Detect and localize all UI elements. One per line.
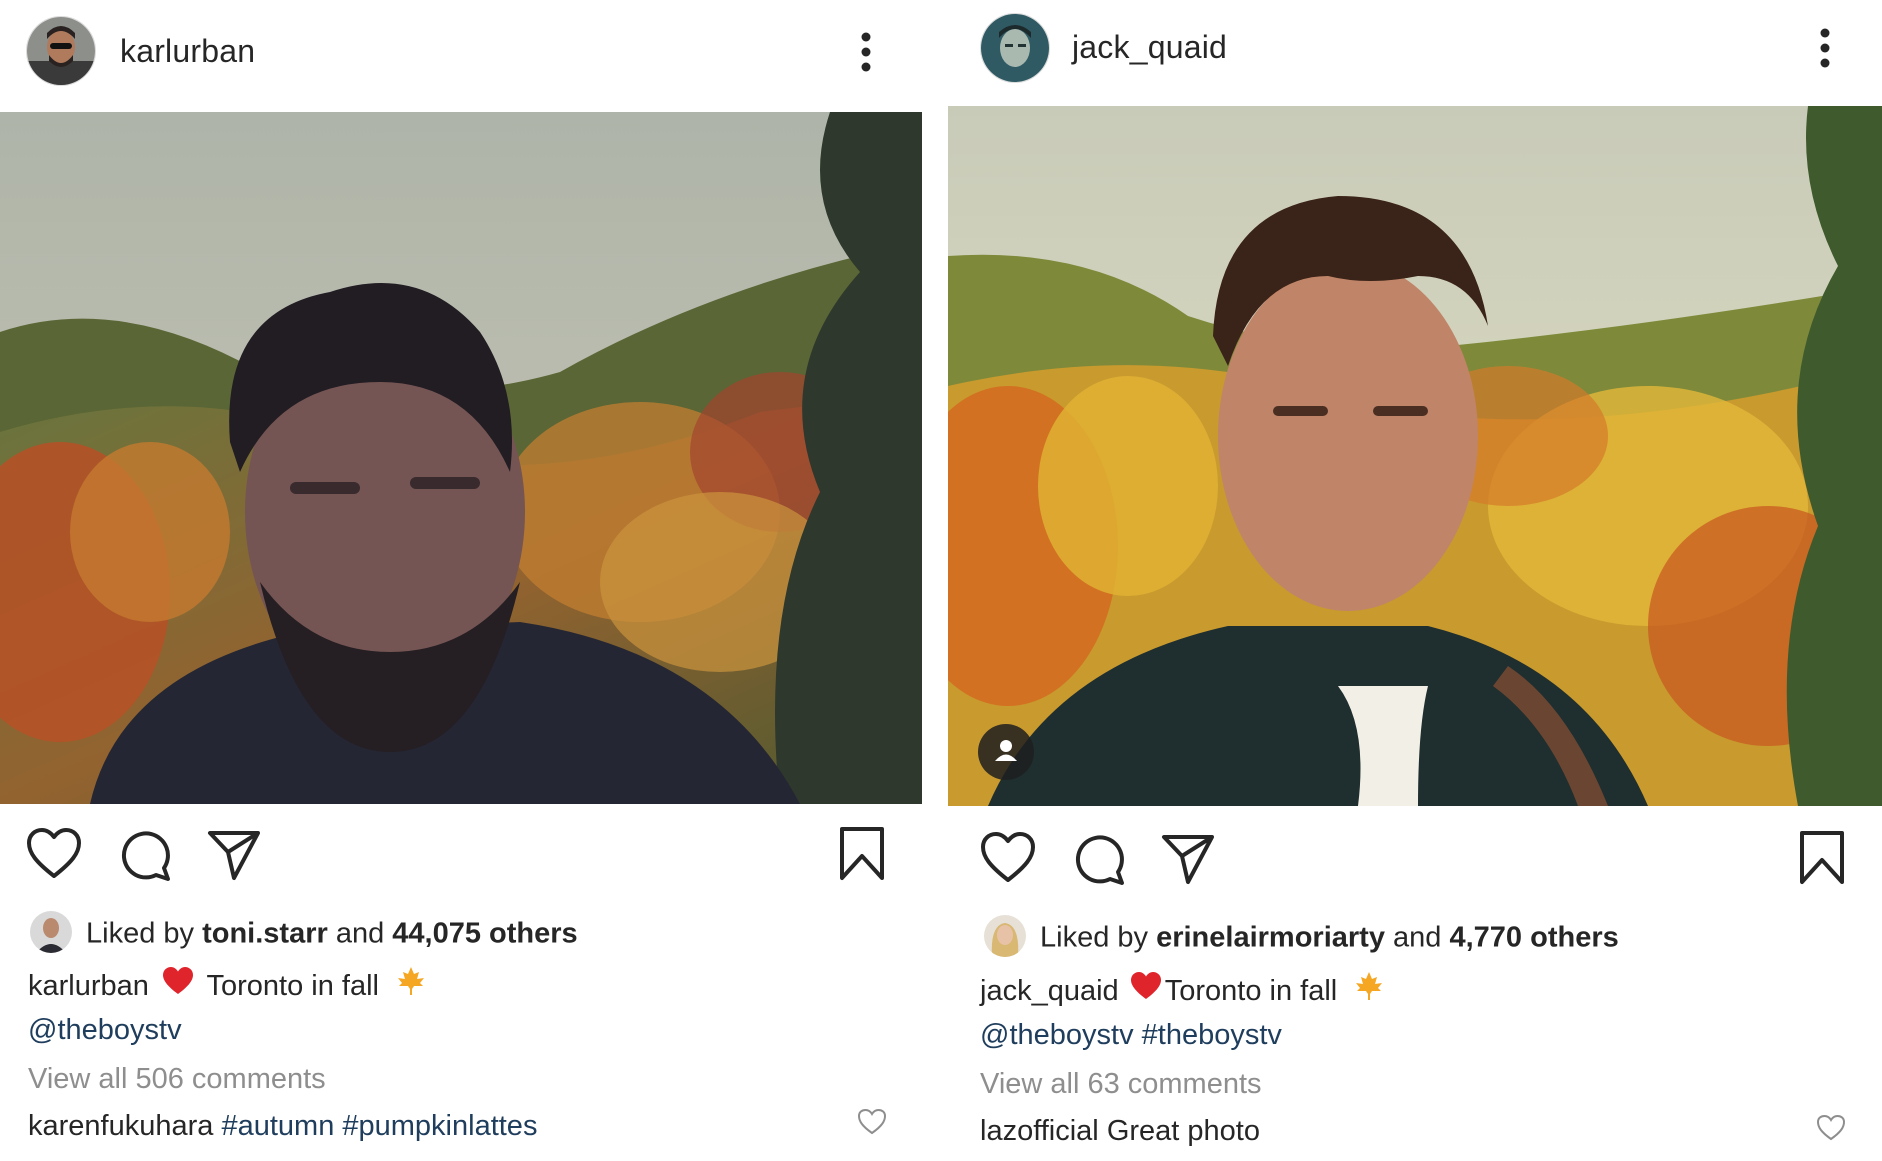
comment-like-icon[interactable] xyxy=(1816,1114,1846,1147)
send-icon[interactable] xyxy=(206,828,262,887)
heart-icon[interactable] xyxy=(26,828,82,885)
caption-text: Toronto in fall xyxy=(206,970,380,1002)
post-jack-quaid: jack_quaid Liked by erinelairmoriarty an… xyxy=(948,0,1882,1161)
view-all-comments[interactable]: View all 63 comments xyxy=(980,1068,1262,1101)
profile-avatar[interactable] xyxy=(26,16,96,86)
liked-by-user[interactable]: toni.starr xyxy=(202,918,328,950)
comment-like-icon[interactable] xyxy=(857,1108,887,1141)
maple-leaf-icon xyxy=(1353,970,1385,1014)
user-tag-icon[interactable] xyxy=(978,724,1034,780)
comment-text[interactable]: #autumn #pumpkinlattes xyxy=(221,1110,537,1142)
caption-username[interactable]: karlurban xyxy=(28,970,149,1002)
post-username[interactable]: jack_quaid xyxy=(1072,29,1227,66)
caption-tag[interactable]: @theboystv xyxy=(28,1014,182,1046)
bookmark-icon[interactable] xyxy=(838,826,886,887)
comment-username[interactable]: karenfukuhara xyxy=(28,1110,213,1142)
liked-and: and xyxy=(335,917,385,950)
liker-avatar[interactable] xyxy=(30,911,72,953)
post-header: jack_quaid xyxy=(948,0,1882,108)
heart-emoji-icon xyxy=(1129,971,1163,1013)
caption-tag[interactable]: #theboystv xyxy=(1142,1019,1282,1051)
comment-icon[interactable] xyxy=(118,828,172,887)
bookmark-icon[interactable] xyxy=(1798,830,1846,891)
caption-text: Toronto in fall xyxy=(1164,975,1338,1007)
post-caption: karlurban Toronto in fall @theboystv xyxy=(28,965,427,1051)
comment-row: lazofficial Great photo xyxy=(980,1115,1260,1148)
post-caption: jack_quaid Toronto in fall @theboystv #t… xyxy=(980,970,1385,1056)
post-username[interactable]: karlurban xyxy=(120,33,255,70)
view-all-comments[interactable]: View all 506 comments xyxy=(28,1063,326,1096)
post-photo[interactable] xyxy=(948,106,1882,806)
liker-avatar[interactable] xyxy=(984,915,1026,957)
liked-by-prefix: Liked by xyxy=(1040,921,1149,954)
comment-icon[interactable] xyxy=(1072,832,1126,891)
likes-summary: Liked by toni.starr and 44,075 others xyxy=(30,911,578,956)
likes-summary: Liked by erinelairmoriarty and 4,770 oth… xyxy=(984,915,1619,960)
caption-username[interactable]: jack_quaid xyxy=(980,975,1119,1007)
more-options-icon[interactable] xyxy=(851,28,881,78)
caption-tag[interactable]: @theboystv xyxy=(980,1019,1134,1051)
heart-emoji-icon xyxy=(161,966,195,1008)
post-photo[interactable] xyxy=(0,112,922,804)
liked-others[interactable]: 44,075 others xyxy=(392,918,577,950)
comment-row: karenfukuhara #autumn #pumpkinlattes xyxy=(28,1110,537,1143)
liked-by-user[interactable]: erinelairmoriarty xyxy=(1156,922,1385,954)
heart-icon[interactable] xyxy=(980,832,1036,889)
profile-avatar[interactable] xyxy=(980,13,1050,83)
post-karlurban: karlurban Liked by toni.starr and 44,075… xyxy=(0,0,922,1161)
maple-leaf-icon xyxy=(395,965,427,1009)
send-icon[interactable] xyxy=(1160,832,1216,891)
comment-text: Great photo xyxy=(1106,1115,1260,1147)
comment-username[interactable]: lazofficial xyxy=(980,1115,1099,1147)
more-options-icon[interactable] xyxy=(1810,24,1840,74)
liked-others[interactable]: 4,770 others xyxy=(1449,922,1618,954)
liked-and: and xyxy=(1393,921,1442,954)
post-header: karlurban xyxy=(0,0,922,108)
liked-by-prefix: Liked by xyxy=(86,917,195,950)
